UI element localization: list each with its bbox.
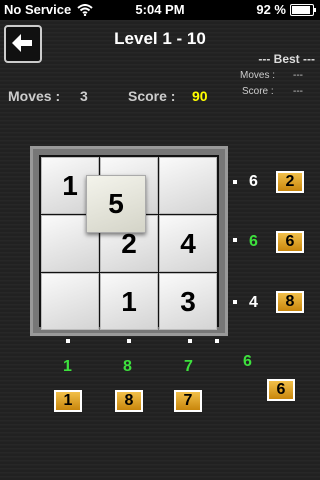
col-tick: [66, 339, 70, 343]
moves-label: Moves :: [8, 88, 61, 104]
col-current-sum: 7: [184, 358, 193, 375]
row-current-sum: 6: [249, 173, 258, 190]
battery-icon: [290, 3, 316, 16]
col-target-sum: 8: [114, 389, 144, 413]
board-cell[interactable]: [159, 157, 217, 214]
col-target-sum: 7: [173, 389, 203, 413]
diag-target-sum: 6: [266, 378, 296, 402]
row-current-sum: 4: [249, 294, 258, 311]
best-moves-label: Moves :: [240, 70, 276, 81]
row-tick: [233, 300, 237, 304]
diag-tick: [215, 339, 219, 343]
row-target-sum: 8: [275, 290, 305, 314]
level-title: Level 1 - 10: [114, 29, 206, 48]
row-tick: [233, 238, 237, 242]
battery-percent: 92 %: [256, 2, 286, 17]
board-cell[interactable]: [41, 273, 99, 330]
col-tick: [188, 339, 192, 343]
score-value: 90: [192, 88, 208, 104]
board-cell[interactable]: 4: [159, 215, 217, 272]
col-current-sum: 8: [123, 358, 132, 375]
diag-current-sum: 6: [243, 353, 252, 370]
best-score-value: ---: [293, 86, 303, 97]
best-score-label: Score :: [242, 86, 274, 97]
status-bar: No Service 5:04 PM 92 %: [0, 0, 320, 20]
best-moves-value: ---: [293, 70, 303, 81]
row-target-sum: 6: [275, 230, 305, 254]
row-tick: [233, 180, 237, 184]
row-target-sum: 2: [275, 170, 305, 194]
moves-value: 3: [80, 88, 88, 104]
score-label: Score :: [128, 88, 176, 104]
col-current-sum: 1: [63, 358, 72, 375]
board-cell[interactable]: 1: [100, 273, 158, 330]
row-current-sum: 6: [249, 233, 258, 250]
board-cell[interactable]: 3: [159, 273, 217, 330]
col-target-sum: 1: [53, 389, 83, 413]
col-tick: [127, 339, 131, 343]
best-title: --- Best ---: [258, 52, 315, 66]
dragged-tile[interactable]: 5: [86, 175, 146, 233]
